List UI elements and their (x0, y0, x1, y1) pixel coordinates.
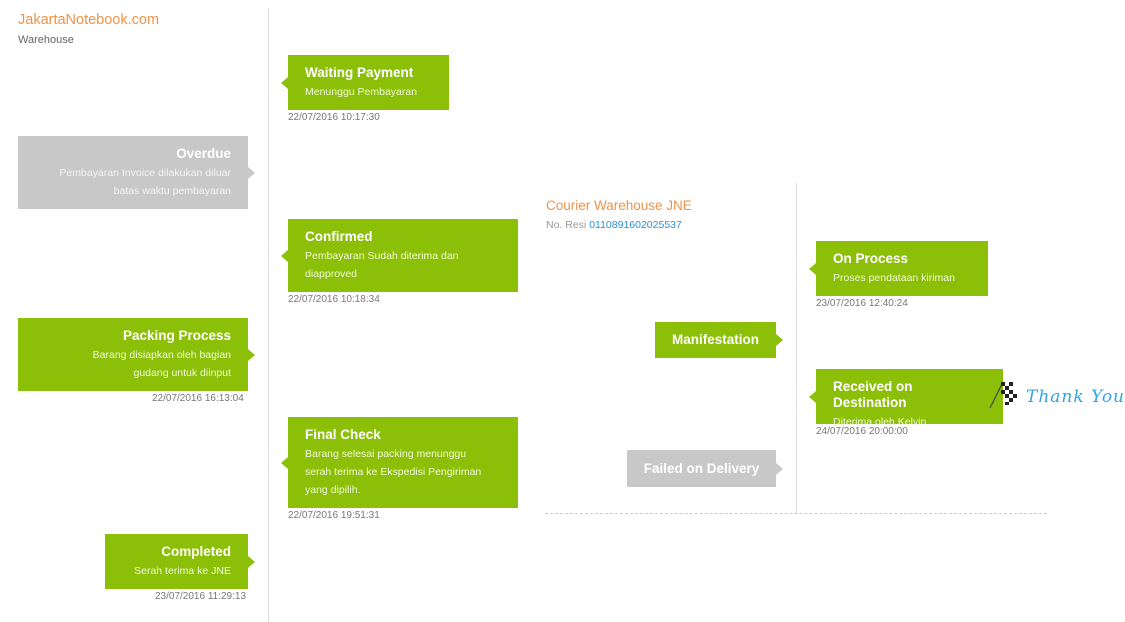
step-description: Pembayaran Invoice dilakukan diluar bata… (59, 167, 231, 197)
brand-title[interactable]: JakartaNotebook.com (18, 12, 159, 28)
step-description: Barang disiapkan oleh bagian gudang untu… (92, 349, 231, 379)
step-description: Menunggu Pembayaran (305, 86, 418, 98)
step-title: Final Check (305, 427, 381, 442)
step-title: Received on Destination (833, 379, 913, 410)
courier-title: Courier Warehouse JNE (546, 198, 692, 213)
brand-subtitle: Warehouse (18, 34, 74, 46)
step-timestamp: 22/07/2016 10:18:34 (288, 294, 380, 305)
step-timestamp: 23/07/2016 12:40:24 (816, 298, 908, 309)
step-description: Proses pendataan kiriman (833, 272, 955, 284)
step-title: Failed on Delivery (643, 460, 760, 476)
courier-header: Courier Warehouse JNE No. Resi 011089160… (546, 198, 692, 231)
thank-you-label: Thank You (1026, 386, 1125, 407)
step-title: Manifestation (671, 332, 759, 347)
step-overdue: Overdue Pembayaran Invoice dilakukan dil… (18, 136, 255, 209)
step-waiting-payment: Waiting Payment Menunggu Pembayaran (281, 55, 449, 110)
step-description: Barang selesai packing menunggu serah te… (305, 448, 482, 496)
thank-you-finish: Thank You (988, 378, 1125, 415)
step-title: Packing Process (122, 328, 231, 343)
step-title: Completed (161, 544, 231, 559)
step-packing-process: Packing Process Barang disiapkan oleh ba… (18, 318, 255, 391)
brand-header: JakartaNotebook.com Warehouse (18, 12, 159, 46)
courier-timeline-line (796, 183, 797, 513)
step-completed: Completed Serah terima ke JNE (105, 534, 255, 589)
step-timestamp: 23/07/2016 11:29:13 (155, 591, 247, 602)
step-received-on-destination: Received on Destination Diterima oleh Ke… (809, 369, 1003, 428)
tracking-number-link[interactable]: 0110891602025537 (589, 219, 682, 231)
step-description: Serah terima ke JNE (134, 565, 231, 577)
step-timestamp: 24/07/2016 20:00:00 (816, 426, 908, 437)
step-title: Waiting Payment (305, 65, 414, 80)
step-on-process: On Process Proses pendataan kiriman (809, 241, 988, 296)
tracking-label: No. Resi (546, 219, 587, 231)
step-manifestation: Manifestation (655, 322, 783, 358)
step-description: Pembayaran Sudah diterima dan diapproved (305, 250, 459, 280)
step-title: Confirmed (305, 229, 373, 244)
step-timestamp: 22/07/2016 16:13:04 (152, 393, 244, 404)
step-title: On Process (833, 251, 909, 266)
step-title: Overdue (176, 146, 231, 161)
step-confirmed: Confirmed Pembayaran Sudah diterima dan … (281, 219, 518, 292)
courier-timeline-baseline (545, 513, 1047, 514)
step-timestamp: 22/07/2016 19:51:31 (288, 510, 380, 521)
warehouse-timeline-line (268, 8, 269, 622)
step-final-check: Final Check Barang selesai packing menun… (281, 417, 518, 508)
checkered-flag-icon (988, 378, 1018, 415)
tracking-number-row: No. Resi 0110891602025537 (546, 219, 692, 231)
step-timestamp: 22/07/2016 10:17:30 (288, 112, 380, 123)
step-failed-on-delivery: Failed on Delivery (627, 450, 783, 487)
